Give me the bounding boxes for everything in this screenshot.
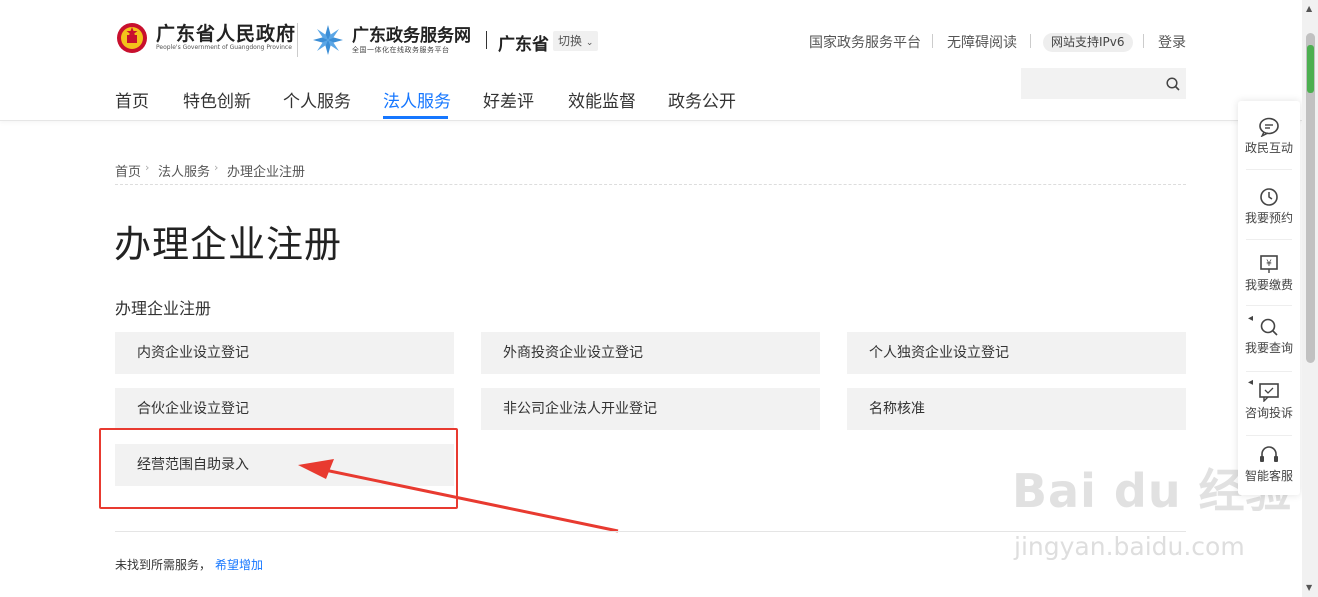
service-name[interactable]: 广东政务服务网 [352,21,471,46]
switch-region-button[interactable]: 切换 ⌄ [553,31,599,51]
chevron-right-icon: › [214,161,219,174]
divider [1030,34,1031,48]
breadcrumb-home[interactable]: 首页 [115,161,141,180]
service-sole-proprietorship[interactable]: 个人独资企业设立登记 [847,332,1186,374]
page-title: 办理企业注册 [114,223,342,266]
divider [1246,435,1292,436]
divider [486,31,487,49]
nav-supervision[interactable]: 效能监督 [568,87,636,112]
gov-name-en: People's Government of Guangdong Provinc… [156,44,292,51]
province-label: 广东省 [498,35,549,55]
sidebar-label: 政民互动 [1244,141,1293,155]
clock-icon [1260,188,1278,206]
baidu-watermark-url: jingyan.baidu.com [1014,532,1245,561]
nav-featured[interactable]: 特色创新 [183,87,251,112]
payment-icon: ¥ [1260,255,1278,273]
top-link-national-platform[interactable]: 国家政务服务平台 [809,32,921,52]
scroll-down-icon[interactable]: ▼ [1306,583,1312,592]
ipv6-badge: 网站支持IPv6 [1043,33,1133,52]
divider [1246,305,1292,306]
sidebar-item-payment[interactable]: ¥ 我要缴费 [1238,254,1300,293]
nav-personal[interactable]: 个人服务 [283,87,351,112]
service-partnership[interactable]: 合伙企业设立登记 [115,388,454,430]
scrollbar-marker [1307,45,1314,93]
floating-sidebar: 政民互动 我要预约 ¥ 我要缴费 我要查询 咨询投诉 智能客服 [1238,101,1300,495]
switch-label: 切换 [558,34,583,48]
gov-emblem-icon [117,23,147,53]
chevron-down-icon: ⌄ [585,38,594,48]
not-found-text: 未找到所需服务， [115,558,212,572]
gov-name[interactable]: 广东省人民政府 [156,19,296,46]
caret-left-icon: ◂ [1248,377,1254,388]
divider [1246,169,1292,170]
search-icon[interactable] [1166,77,1180,91]
section-title: 办理企业注册 [115,299,212,318]
annotation-arrow-icon [298,459,619,533]
sidebar-label: 咨询投诉 [1244,406,1293,420]
login-link[interactable]: 登录 [1158,32,1186,52]
chevron-right-icon: › [145,161,150,174]
service-domestic-enterprise[interactable]: 内资企业设立登记 [115,332,454,374]
service-foreign-investment[interactable]: 外商投资企业设立登记 [481,332,820,374]
sidebar-label: 我要查询 [1244,341,1293,355]
divider [1246,239,1292,240]
nav-gov-info[interactable]: 政务公开 [668,87,736,112]
sidebar-label: 我要预约 [1244,211,1293,225]
divider [1246,371,1292,372]
breadcrumb-legal[interactable]: 法人服务 [158,161,210,180]
sidebar-label: 智能客服 [1244,469,1293,483]
message-icon [1259,383,1279,402]
sidebar-item-smart-service[interactable]: 智能客服 [1238,445,1300,484]
sidebar-item-interaction[interactable]: 政民互动 [1238,117,1300,156]
divider [297,23,298,57]
caret-left-icon: ◂ [1248,313,1254,324]
nav-legal-person[interactable]: 法人服务 [383,87,451,112]
nav-review[interactable]: 好差评 [483,87,534,112]
top-link-accessibility[interactable]: 无障碍阅读 [947,32,1017,52]
service-logo-icon [313,25,343,55]
site-header: 广东省人民政府 People's Government of Guangdong… [0,0,1302,121]
divider [932,34,933,48]
divider [115,184,1186,185]
service-subtitle: 全国一体化在线政务服务平台 [352,46,450,54]
breadcrumb-current: 办理企业注册 [227,165,306,180]
sidebar-label: 我要缴费 [1244,278,1293,292]
sidebar-item-appointment[interactable]: 我要预约 [1238,187,1300,226]
svg-text:¥: ¥ [1266,259,1272,269]
divider [1143,34,1144,48]
search-input[interactable] [1021,68,1186,99]
nav-home[interactable]: 首页 [115,87,149,112]
nav-active-indicator [383,116,448,119]
headset-icon [1260,446,1278,462]
scroll-up-icon[interactable]: ▲ [1306,4,1312,13]
service-non-company-legal[interactable]: 非公司企业法人开业登记 [481,388,820,430]
search-icon [1260,318,1278,336]
request-service-link[interactable]: 希望增加 [215,556,263,573]
service-name-approval[interactable]: 名称核准 [847,388,1186,430]
chat-bubble-icon [1259,117,1279,137]
